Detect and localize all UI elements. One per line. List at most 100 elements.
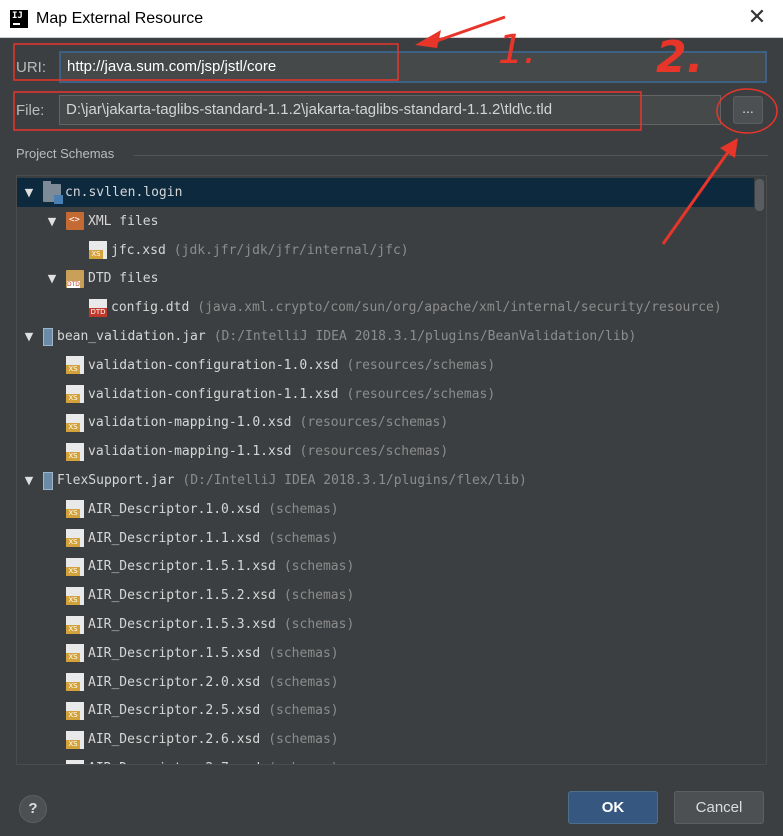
tree-item-name: validation-configuration-1.1.xsd [88,386,339,402]
xsd-file-icon [66,385,84,404]
tree-row[interactable]: ▼ bean_validation.jar (D:/IntelliJ IDEA 20… [17,322,754,351]
tree-row[interactable]: ▼ cn.svllen.login [17,178,754,207]
tree-row[interactable]: AIR_Descriptor.1.0.xsd (schemas) [17,495,754,524]
tree-item-path: (D:/IntelliJ IDEA 2018.3.1/plugins/flex/… [182,473,527,488]
tree-row[interactable]: AIR_Descriptor.2.6.xsd (schemas) [17,725,754,754]
xsd-file-icon [66,701,84,720]
tree-item-name: AIR_Descriptor.2.6.xsd [88,732,261,748]
tree-item-path: (schemas) [268,674,339,690]
tree-item-path: (schemas) [268,501,339,517]
tree-row[interactable]: AIR_Descriptor.2.7.xsd (schemas) [17,754,754,764]
jar-icon [43,327,53,346]
tree-item-path: (schemas) [283,588,355,604]
xsd-file-icon [66,730,84,749]
tree-item-path: (schemas) [283,559,355,575]
tree-item-path: (resources/schemas) [299,444,449,460]
section-divider [134,155,768,156]
tree-row[interactable]: AIR_Descriptor.1.5.3.xsd (schemas) [17,610,754,639]
xsd-file-icon [66,759,84,764]
window-title: Map External Resource [36,9,204,27]
xsd-file-icon [66,442,84,461]
tree-item-name: XML files [88,213,159,229]
tree-item-path: (schemas) [268,703,339,719]
xsd-file-icon [66,529,84,548]
tree-item-name: FlexSupport.jar [57,473,175,488]
uri-value: http://java.sum.com/jsp/jstl/core [67,58,277,75]
tree-row[interactable]: AIR_Descriptor.2.0.xsd (schemas) [17,668,754,697]
xml-folder-icon [66,212,84,231]
browse-button[interactable]: ... [733,96,763,124]
tree-item-name: config.dtd [111,300,190,316]
tree-row[interactable]: config.dtd (java.xml.crypto/com/sun/org/a… [17,293,754,322]
xsd-file-icon [66,615,84,634]
tree-row[interactable]: validation-configuration-1.1.xsd (resourc… [17,380,754,409]
project-schemas-title: Project Schemas [16,146,115,161]
tree-item-name: AIR_Descriptor.1.5.2.xsd [88,588,276,604]
tree-scrollbar-thumb[interactable] [755,179,764,211]
tree-item-path: (jdk.jfr/jdk/jfr/internal/jfc) [173,242,409,258]
tree-row[interactable]: AIR_Descriptor.2.5.xsd (schemas) [17,696,754,725]
tree-row[interactable]: AIR_Descriptor.1.1.xsd (schemas) [17,524,754,553]
app-icon-text: IJ [12,10,23,21]
tree-row[interactable]: validation-configuration-1.0.xsd (resourc… [17,351,754,380]
file-label: File: [16,102,45,119]
tree-item-name: AIR_Descriptor.1.5.3.xsd [88,617,276,632]
close-icon[interactable]: ✕ [745,6,769,30]
tree-item-path: (resources/schemas) [346,357,496,373]
expand-triangle-icon[interactable]: ▼ [23,186,35,199]
tree-item-name: validation-mapping-1.0.xsd [88,415,292,431]
expand-triangle-icon[interactable]: ▼ [46,215,58,228]
ok-button[interactable]: OK [568,791,658,824]
tree-row[interactable]: validation-mapping-1.0.xsd (resources/sch… [17,408,754,437]
tree-item-name: validation-mapping-1.1.xsd [88,444,292,460]
tree-item-path: (schemas) [283,617,355,632]
xsd-file-icon [66,586,84,605]
dtd-folder-icon [66,269,84,288]
tree-item-name: AIR_Descriptor.1.5.1.xsd [88,559,276,575]
jar-icon [43,471,53,490]
tree-item-path: (schemas) [268,732,339,748]
tree-item-path: (java.xml.crypto/com/sun/org/apache/xml/… [197,300,722,316]
tree-row[interactable]: ▼ FlexSupport.jar (D:/IntelliJ IDEA 2018.3… [17,466,754,495]
tree-item-name: AIR_Descriptor.1.1.xsd [88,530,261,546]
tree-item-name: bean_validation.jar [57,329,206,344]
expand-triangle-icon[interactable]: ▼ [23,474,35,487]
module-folder-icon [43,180,63,204]
xsd-file-icon [89,241,107,260]
tree-item-name: DTD files [88,271,159,287]
tree-item-path: (schemas) [268,761,338,764]
xsd-file-icon [66,356,84,375]
help-button[interactable]: ? [19,795,47,823]
xsd-file-icon [66,644,84,663]
file-path-value: D:\jar\jakarta-taglibs-standard-1.1.2\ja… [66,101,553,118]
uri-label: URI: [16,59,46,76]
project-schemas-tree[interactable]: ▼ cn.svllen.login ▼ XML files jfc.xsd (jdk.jf… [16,175,767,765]
tree-item-name: AIR_Descriptor.1.5.xsd [88,645,261,661]
tree-row[interactable]: ▼ XML files [17,207,754,236]
file-path-input[interactable]: D:\jar\jakarta-taglibs-standard-1.1.2\ja… [59,95,721,125]
tree-item-name: AIR_Descriptor.1.0.xsd [88,501,261,517]
tree-row[interactable]: validation-mapping-1.1.xsd (resources/sch… [17,437,754,466]
tree-item-path: (D:/IntelliJ IDEA 2018.3.1/plugins/BeanV… [213,329,637,344]
xsd-file-icon [66,557,84,576]
xsd-file-icon [66,500,84,519]
tree-row[interactable]: AIR_Descriptor.1.5.1.xsd (schemas) [17,552,754,581]
expand-triangle-icon[interactable]: ▼ [46,272,58,285]
title-bar: IJ Map External Resource ✕ [0,0,783,38]
tree-row[interactable]: AIR_Descriptor.1.5.xsd (schemas) [17,639,754,668]
expand-triangle-icon[interactable]: ▼ [23,330,35,343]
tree-item-path: (schemas) [268,530,339,546]
tree-row[interactable]: jfc.xsd (jdk.jfr/jdk/jfr/internal/jfc) [17,236,754,265]
tree-item-name: AIR_Descriptor.2.5.xsd [88,703,261,719]
tree-item-name: AIR_Descriptor.2.7.xsd [88,761,260,764]
tree-row[interactable]: AIR_Descriptor.1.5.2.xsd (schemas) [17,581,754,610]
dtd-file-icon [89,298,107,317]
tree-row[interactable]: ▼ DTD files [17,264,754,293]
xsd-file-icon [66,673,84,692]
cancel-button[interactable]: Cancel [674,791,764,824]
tree-item-name: cn.svllen.login [65,185,183,200]
tree-item-name: AIR_Descriptor.2.0.xsd [88,674,261,690]
tree-item-path: (resources/schemas) [346,386,496,402]
tree-item-name: validation-configuration-1.0.xsd [88,357,339,373]
uri-input[interactable]: http://java.sum.com/jsp/jstl/core [59,51,767,83]
